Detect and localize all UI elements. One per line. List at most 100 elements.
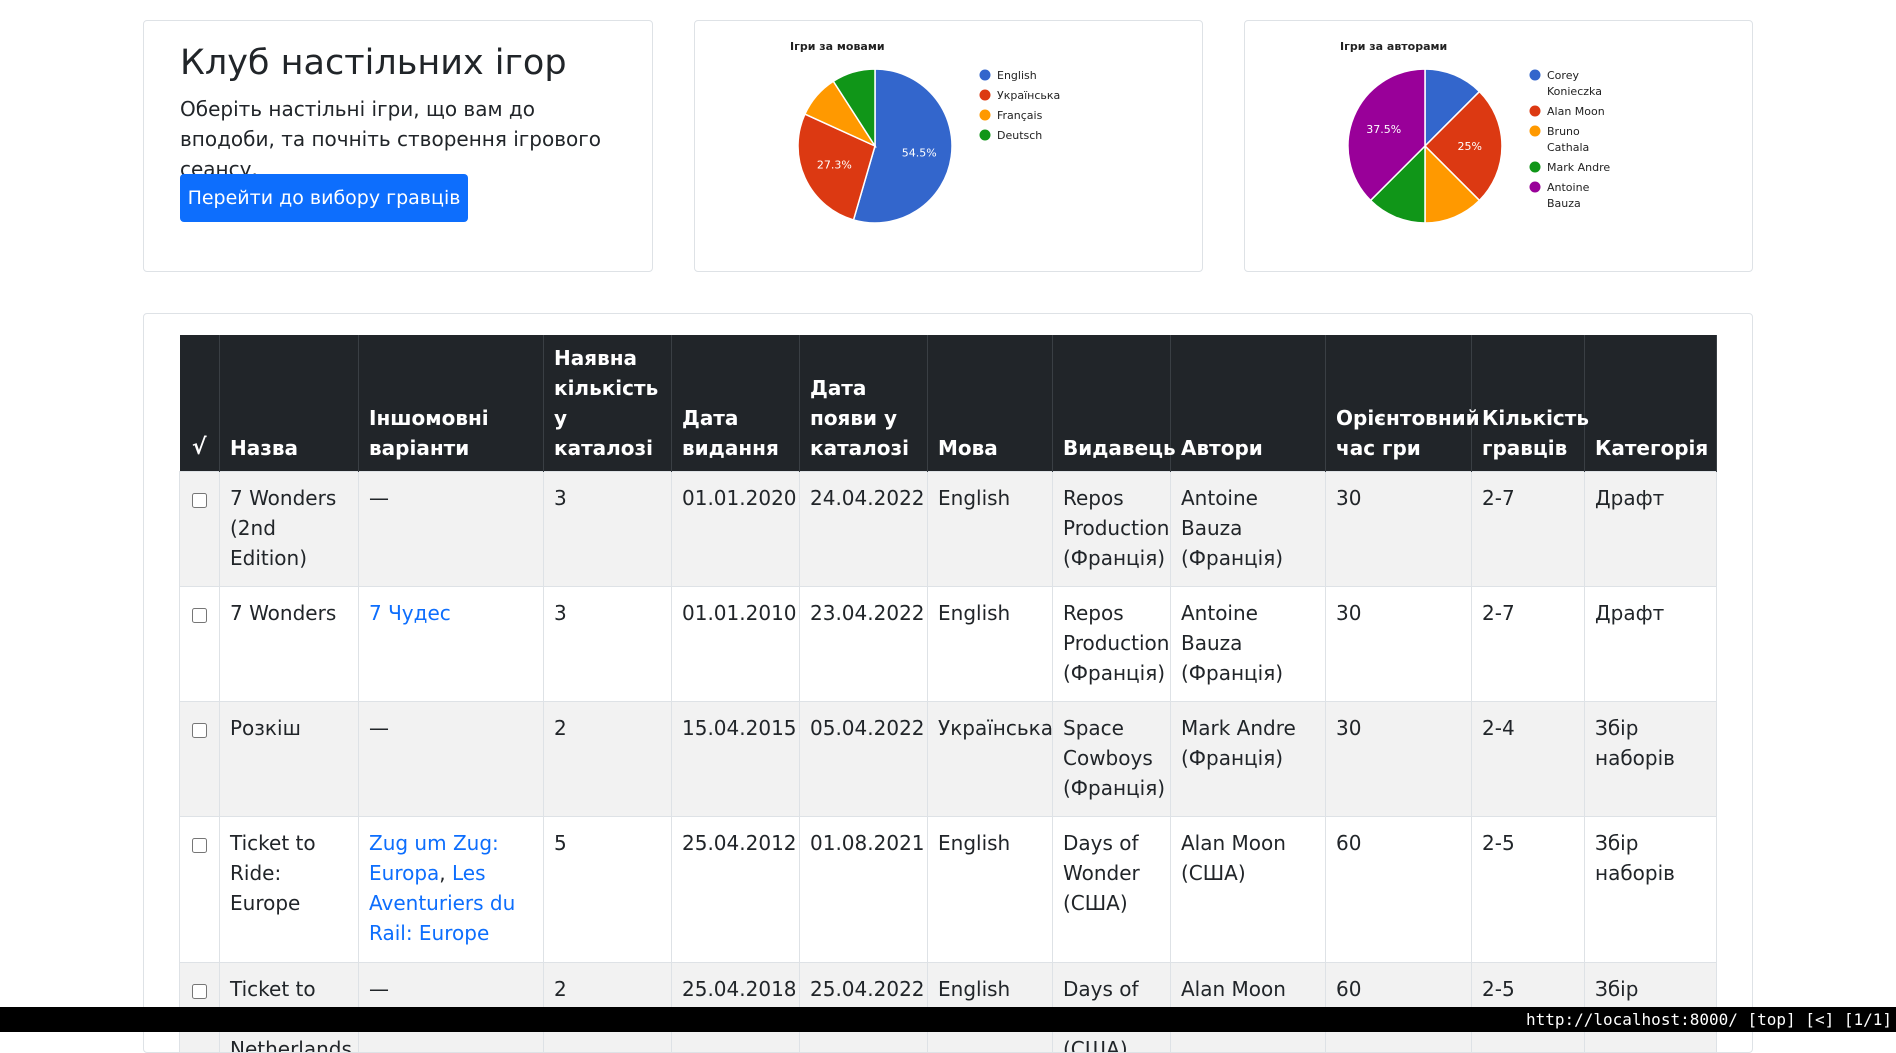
cell-quantity: 2 <box>544 702 672 817</box>
cell-players: 2-7 <box>1472 587 1585 702</box>
languages-slice-label: 54.5% <box>902 146 937 159</box>
cell-language: English <box>928 817 1053 963</box>
cell-category: Драфт <box>1585 587 1717 702</box>
cell-variants: Zug um Zug: Europa, Les Aventuriers du R… <box>359 817 544 963</box>
cell-added: 24.04.2022 <box>800 472 928 587</box>
cell-quantity: 5 <box>544 817 672 963</box>
authors-slice-label: 37.5% <box>1366 123 1401 136</box>
authors-legend-marker <box>1530 126 1541 137</box>
cell-authors: Antoine Bauza (Франція) <box>1171 472 1326 587</box>
cell-select <box>180 817 220 963</box>
languages-legend-label: Deutsch <box>997 129 1042 142</box>
authors-legend-label: Alan Moon <box>1547 105 1605 118</box>
cell-publisher: Days of Wonder (США) <box>1053 817 1171 963</box>
cell-authors: Alan Moon (США) <box>1171 817 1326 963</box>
languages-legend-marker <box>980 110 991 121</box>
cell-variants: 7 Чудес <box>359 587 544 702</box>
cell-language: English <box>928 472 1053 587</box>
authors-legend-marker <box>1530 182 1541 193</box>
cell-published: 01.01.2020 <box>672 472 800 587</box>
cell-variants: — <box>359 702 544 817</box>
variant-link[interactable]: 7 Чудес <box>369 601 451 625</box>
header-variants[interactable]: Іншомовні варіанти <box>359 335 544 472</box>
languages-legend-marker <box>980 90 991 101</box>
header-select: √ <box>180 335 220 472</box>
cell-name: Ticket to Ride: Europe <box>220 817 359 963</box>
languages-legend-label: Українська <box>997 89 1060 102</box>
languages-legend-marker <box>980 70 991 81</box>
languages-legend-label: Français <box>997 109 1043 122</box>
cell-select <box>180 587 220 702</box>
header-publisher[interactable]: Видавець <box>1053 335 1171 472</box>
authors-legend-marker <box>1530 162 1541 173</box>
cell-playtime: 30 <box>1326 702 1472 817</box>
cell-variants: — <box>359 472 544 587</box>
select-game-checkbox[interactable] <box>192 838 207 853</box>
languages-chart-title: Ігри за мовами <box>790 40 885 53</box>
select-game-checkbox[interactable] <box>192 984 207 999</box>
select-game-checkbox[interactable] <box>192 493 207 508</box>
header-players[interactable]: Кількість гравців <box>1472 335 1585 472</box>
intro-card: Клуб настільних ігор Оберіть настільні і… <box>143 20 653 272</box>
games-table-card: √ Назва Іншомовні варіанти Наявна кількі… <box>143 313 1753 1053</box>
cell-name: Розкіш <box>220 702 359 817</box>
authors-legend-marker <box>1530 106 1541 117</box>
header-quantity[interactable]: Наявна кількість у каталозі <box>544 335 672 472</box>
select-game-checkbox[interactable] <box>192 723 207 738</box>
table-row: 7 Wonders 7 Чудес 301.01.201023.04.2022Eng… <box>180 587 1717 702</box>
cell-category: Збір наборів <box>1585 817 1717 963</box>
select-game-checkbox[interactable] <box>192 608 207 623</box>
cell-quantity: 3 <box>544 587 672 702</box>
header-authors[interactable]: Автори <box>1171 335 1326 472</box>
cell-authors: Antoine Bauza (Франція) <box>1171 587 1326 702</box>
header-category[interactable]: Категорія <box>1585 335 1717 472</box>
authors-legend-label: Bauza <box>1547 197 1581 210</box>
cell-select <box>180 702 220 817</box>
header-playtime[interactable]: Орієнтовний час гри <box>1326 335 1472 472</box>
status-bar-url: http://localhost:8000/ [top] [<] [1/1] <box>1526 1007 1892 1032</box>
authors-chart-title: Ігри за авторами <box>1340 40 1447 53</box>
header-language[interactable]: Мова <box>928 335 1053 472</box>
cell-players: 2-4 <box>1472 702 1585 817</box>
cell-language: English <box>928 587 1053 702</box>
cell-players: 2-5 <box>1472 817 1585 963</box>
table-header-row: √ Назва Іншомовні варіанти Наявна кількі… <box>180 335 1717 472</box>
cell-playtime: 30 <box>1326 587 1472 702</box>
table-row: Розкіш—215.04.201505.04.2022УкраїнськаSp… <box>180 702 1717 817</box>
browser-status-bar: http://localhost:8000/ [top] [<] [1/1] <box>0 1007 1896 1032</box>
cell-publisher: Space Cowboys (Франція) <box>1053 702 1171 817</box>
cell-quantity: 3 <box>544 472 672 587</box>
cell-playtime: 60 <box>1326 817 1472 963</box>
authors-legend-marker <box>1530 70 1541 81</box>
cell-publisher: Repos Production (Франція) <box>1053 472 1171 587</box>
authors-pie-chart: Ігри за авторами25%37.5%CoreyKonieczkaAl… <box>1245 21 1752 271</box>
header-name[interactable]: Назва <box>220 335 359 472</box>
go-to-player-selection-button[interactable]: Перейти до вибору гравців <box>180 174 468 222</box>
cell-authors: Mark Andre (Франція) <box>1171 702 1326 817</box>
games-table-body: 7 Wonders (2nd Edition)—301.01.202024.04… <box>180 472 1717 1053</box>
header-published[interactable]: Дата видання <box>672 335 800 472</box>
cell-publisher: Repos Production (Франція) <box>1053 587 1171 702</box>
languages-pie-chart: Ігри за мовами 54.5% 27.3% English Українськ… <box>695 21 1202 271</box>
cell-added: 01.08.2021 <box>800 817 928 963</box>
languages-chart-card: Ігри за мовами 54.5% 27.3% English Українськ… <box>694 20 1203 272</box>
cell-name: 7 Wonders (2nd Edition) <box>220 472 359 587</box>
header-added[interactable]: Дата появи у каталозі <box>800 335 928 472</box>
authors-legend-label: Bruno <box>1547 125 1580 138</box>
cell-published: 25.04.2012 <box>672 817 800 963</box>
cell-name: 7 Wonders <box>220 587 359 702</box>
intro-description: Оберіть настільні ігри, що вам до вподоб… <box>180 94 620 184</box>
authors-legend-label: Antoine <box>1547 181 1590 194</box>
cell-added: 05.04.2022 <box>800 702 928 817</box>
games-table: √ Назва Іншомовні варіанти Наявна кількі… <box>179 335 1717 1053</box>
cell-playtime: 30 <box>1326 472 1472 587</box>
cell-category: Драфт <box>1585 472 1717 587</box>
languages-legend-marker <box>980 130 991 141</box>
authors-legend-label: Konieczka <box>1547 85 1602 98</box>
table-row: 7 Wonders (2nd Edition)—301.01.202024.04… <box>180 472 1717 587</box>
cell-published: 01.01.2010 <box>672 587 800 702</box>
languages-legend-label: English <box>997 69 1037 82</box>
languages-slice-label: 27.3% <box>817 159 852 172</box>
cell-added: 23.04.2022 <box>800 587 928 702</box>
authors-legend-label: Cathala <box>1547 141 1589 154</box>
